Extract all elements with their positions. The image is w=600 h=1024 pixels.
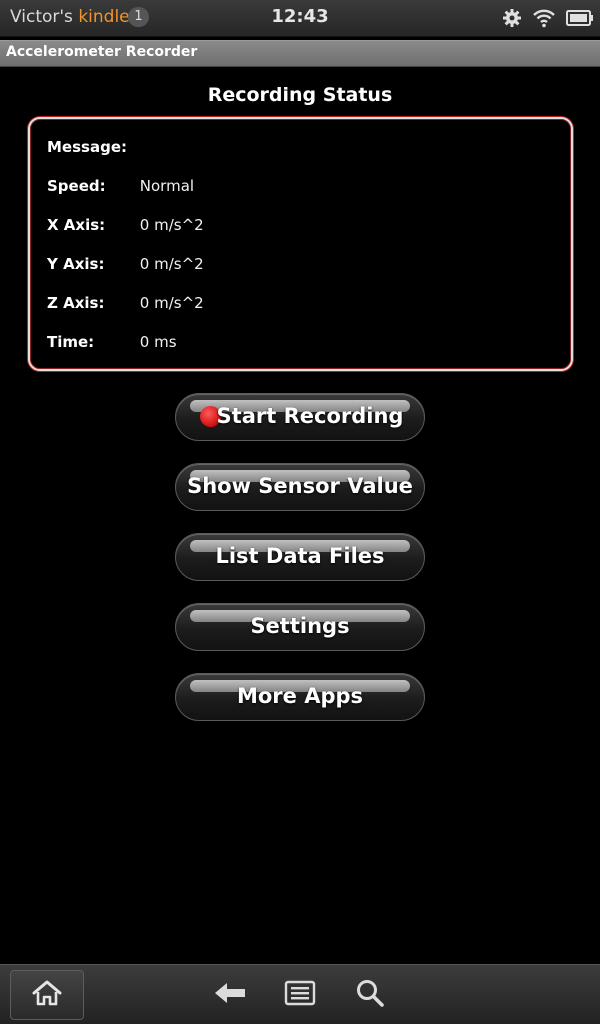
status-row-message: Message:: [47, 138, 135, 160]
app-title: Accelerometer Recorder: [6, 44, 198, 60]
menu-button[interactable]: [282, 979, 318, 1011]
recording-status-heading: Recording Status: [207, 84, 393, 106]
menu-icon: [284, 980, 316, 1010]
app-title-bar: Accelerometer Recorder: [0, 40, 600, 67]
settings-label: Settings: [250, 614, 350, 638]
recording-status-panel: Message: Speed: Normal X Axis: 0 m/s^2 Y…: [28, 117, 573, 371]
speed-label: Speed:: [47, 177, 106, 195]
more-apps-button[interactable]: More Apps: [175, 673, 425, 721]
y-axis-value: 0 m/s^2: [139, 255, 204, 273]
screen: Victor's kindle 1 12:43 Accelerometer Re…: [0, 0, 600, 1024]
search-button[interactable]: [352, 979, 388, 1011]
status-row-time: Time: 0 ms: [47, 333, 177, 355]
home-button[interactable]: [10, 970, 84, 1020]
list-data-files-label: List Data Files: [215, 544, 385, 568]
status-row-y-axis: Y Axis: 0 m/s^2: [47, 255, 204, 277]
bottom-nav-bar: [0, 964, 600, 1024]
status-row-speed: Speed: Normal: [47, 177, 194, 199]
message-label: Message:: [47, 138, 127, 156]
battery-icon[interactable]: [566, 9, 594, 27]
gear-icon[interactable]: [502, 8, 522, 28]
z-axis-label: Z Axis:: [47, 294, 105, 312]
more-apps-label: More Apps: [236, 684, 364, 708]
status-row-x-axis: X Axis: 0 m/s^2: [47, 216, 204, 238]
settings-button[interactable]: Settings: [175, 603, 425, 651]
x-axis-label: X Axis:: [47, 216, 106, 234]
speed-value: Normal: [139, 177, 195, 195]
search-icon: [355, 978, 385, 1012]
show-sensor-value-label: Show Sensor Value: [187, 474, 413, 498]
y-axis-label: Y Axis:: [47, 255, 105, 273]
home-icon: [31, 979, 63, 1011]
start-recording-label: Start Recording: [216, 404, 404, 428]
time-label: Time:: [47, 333, 95, 351]
start-recording-button[interactable]: Start Recording: [175, 393, 425, 441]
time-value: 0 ms: [139, 333, 177, 351]
status-icons: [502, 6, 594, 30]
back-button[interactable]: [212, 979, 248, 1011]
list-data-files-button[interactable]: List Data Files: [175, 533, 425, 581]
show-sensor-value-button[interactable]: Show Sensor Value: [175, 463, 425, 511]
status-row-z-axis: Z Axis: 0 m/s^2: [47, 294, 204, 316]
z-axis-value: 0 m/s^2: [139, 294, 204, 312]
x-axis-value: 0 m/s^2: [139, 216, 204, 234]
status-bar: Victor's kindle 1 12:43: [0, 0, 600, 37]
wifi-icon[interactable]: [532, 8, 556, 28]
back-icon: [213, 980, 247, 1010]
